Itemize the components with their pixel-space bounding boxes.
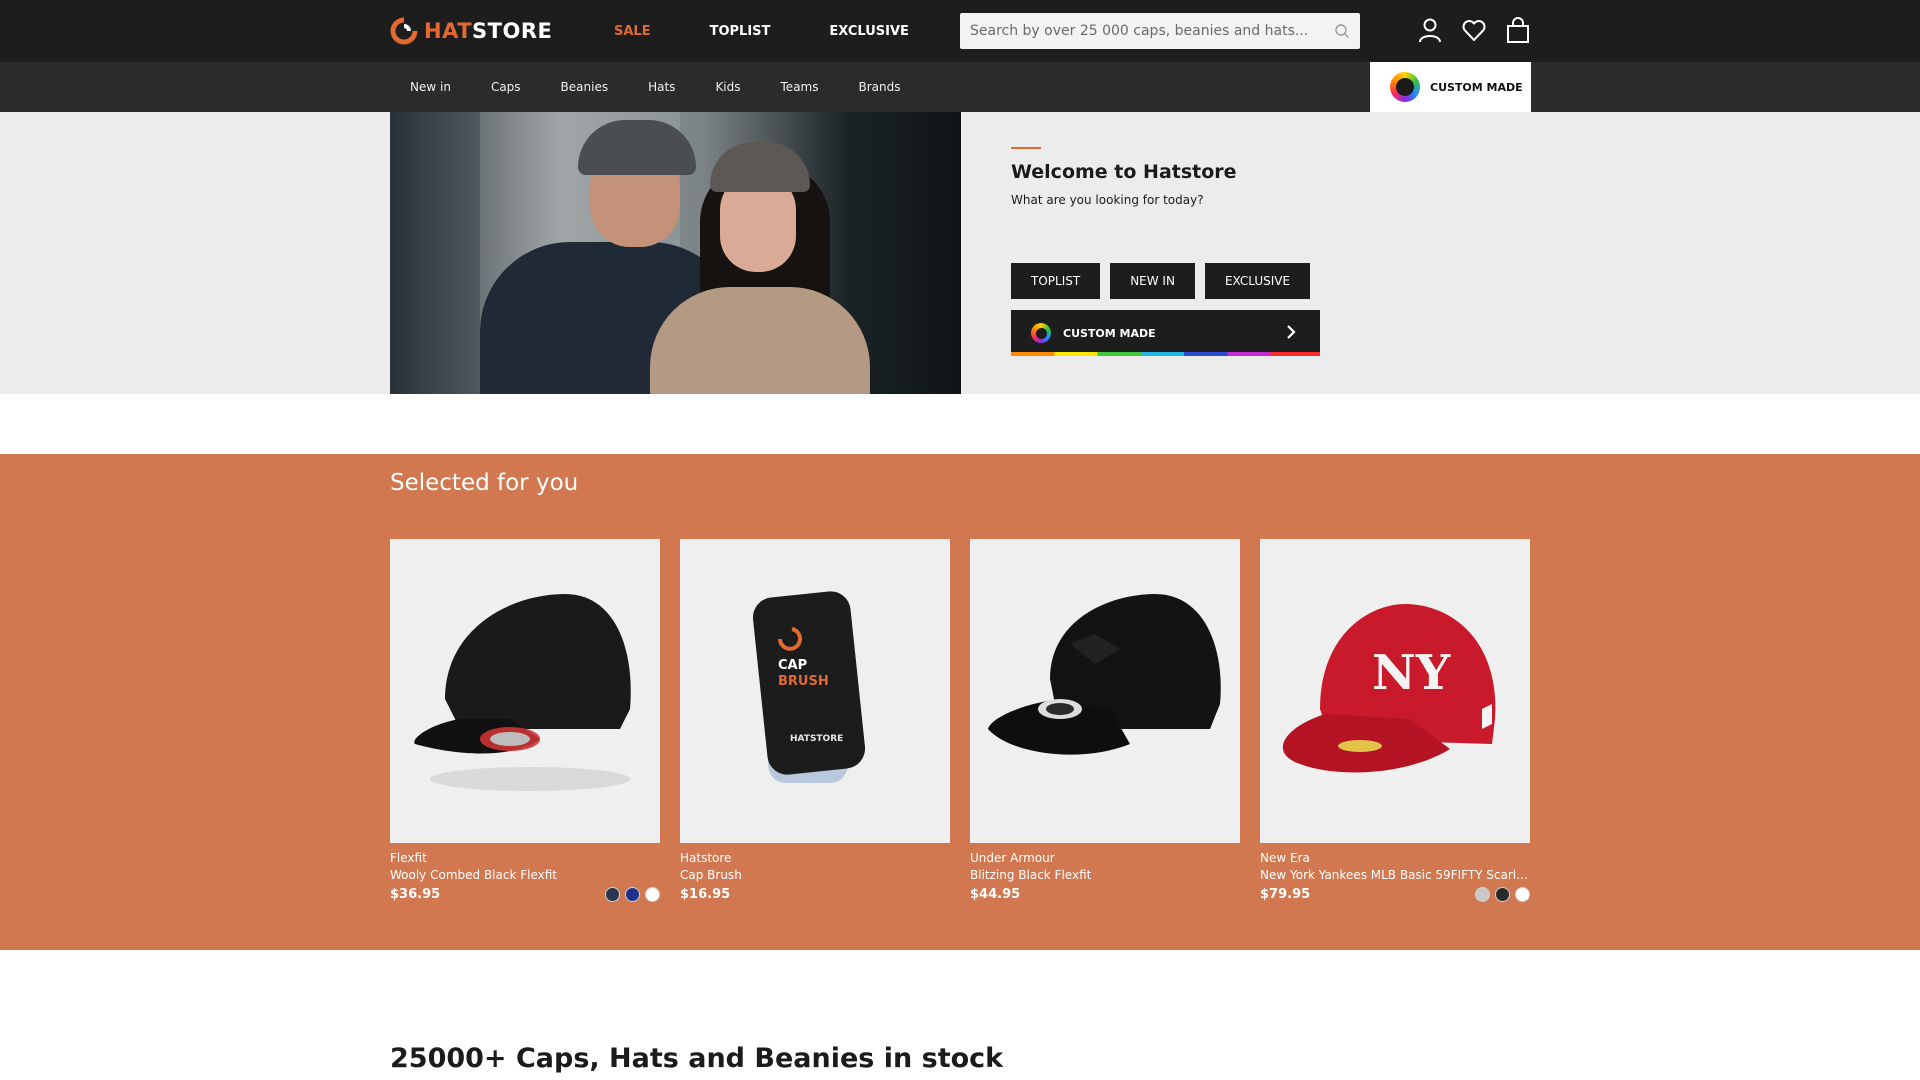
product-name[interactable]: Blitzing Black Flexfit	[970, 868, 1240, 882]
svg-text:CAP: CAP	[778, 658, 807, 673]
product-brand: Under Armour	[970, 851, 1055, 865]
swatch-navy[interactable]	[605, 887, 620, 902]
hero-person-2-cap	[710, 142, 810, 192]
nav-exclusive[interactable]: EXCLUSIVE	[829, 24, 909, 39]
swatch-blue[interactable]	[625, 887, 640, 902]
custom-made-tab-label: CUSTOM MADE	[1430, 80, 1523, 94]
rainbow-bar	[1011, 352, 1320, 356]
selected-for-you-section: Selected for you Flexfit Wooly Combed Bl…	[0, 454, 1920, 950]
product-image[interactable]	[970, 539, 1240, 843]
svg-text:BRUSH: BRUSH	[778, 674, 829, 689]
user-icons	[1417, 17, 1531, 43]
product-name[interactable]: New York Yankees MLB Basic 59FIFTY Scarl…	[1260, 868, 1530, 882]
nav-toplist[interactable]: TOPLIST	[710, 24, 771, 39]
product-footer: $44.95	[970, 887, 1240, 902]
hero-content: Welcome to Hatstore What are you looking…	[1011, 112, 1320, 394]
swatch-white[interactable]	[1515, 887, 1530, 902]
hero-subtitle: What are you looking for today?	[1011, 193, 1204, 207]
custom-made-icon	[1390, 72, 1420, 102]
nav-sale[interactable]: SALE	[614, 24, 651, 39]
new-in-button[interactable]: NEW IN	[1110, 263, 1195, 299]
product-image[interactable]	[390, 539, 660, 843]
category-bar: New in Caps Beanies Hats Kids Teams Bran…	[0, 62, 1920, 112]
chevron-right-icon	[1287, 325, 1296, 339]
color-swatches	[1475, 887, 1530, 902]
category-brands[interactable]: Brands	[858, 80, 900, 94]
accent-divider	[1011, 147, 1041, 149]
heart-icon[interactable]	[1461, 17, 1487, 43]
custom-made-icon	[1031, 323, 1051, 343]
section-title: Selected for you	[390, 470, 579, 496]
user-icon[interactable]	[1417, 17, 1443, 43]
product-footer: $36.95	[390, 887, 660, 902]
product-name[interactable]: Cap Brush	[680, 868, 950, 882]
product-card[interactable]: CAP BRUSH HATSTORE Hatstore Cap Brush $1…	[680, 539, 950, 902]
category-nav: New in Caps Beanies Hats Kids Teams Bran…	[410, 80, 940, 94]
category-kids[interactable]: Kids	[715, 80, 740, 94]
product-footer: $79.95	[1260, 887, 1530, 902]
hero-person-2-jacket	[650, 287, 870, 394]
logo-text-hat: HAT	[424, 19, 473, 43]
custom-made-tab[interactable]: CUSTOM MADE	[1370, 62, 1531, 112]
hero-title: Welcome to Hatstore	[1011, 161, 1237, 183]
product-image[interactable]: CAP BRUSH HATSTORE	[680, 539, 950, 843]
hero-buttons: TOPLIST NEW IN EXCLUSIVE	[1011, 263, 1320, 299]
main-nav: SALE TOPLIST EXCLUSIVE	[614, 24, 968, 39]
search-icon[interactable]	[1334, 23, 1350, 39]
product-name[interactable]: Wooly Combed Black Flexfit	[390, 868, 660, 882]
search-input[interactable]	[970, 23, 1334, 39]
exclusive-button[interactable]: EXCLUSIVE	[1204, 263, 1311, 299]
bag-icon[interactable]	[1505, 17, 1531, 43]
category-new-in[interactable]: New in	[410, 80, 451, 94]
cap-brush-image: CAP BRUSH HATSTORE	[752, 591, 866, 783]
product-brand: Hatstore	[680, 851, 732, 865]
product-card[interactable]: NY New Era New York Yankees MLB Basic 59…	[1260, 539, 1530, 902]
search-box	[960, 13, 1360, 49]
logo-text-store: STORE	[472, 19, 553, 43]
hatstore-logo[interactable]: HATSTORE	[390, 17, 580, 45]
top-bar: HATSTORE SALE TOPLIST EXCLUSIVE	[0, 0, 1920, 62]
product-price: $44.95	[970, 887, 1021, 902]
product-price: $16.95	[680, 887, 731, 902]
product-brand: Flexfit	[390, 851, 427, 865]
category-teams[interactable]: Teams	[781, 80, 819, 94]
swatch-white[interactable]	[645, 887, 660, 902]
product-footer: $16.95	[680, 887, 950, 902]
category-caps[interactable]: Caps	[491, 80, 521, 94]
logo-icon	[390, 17, 418, 45]
stock-section: 25000+ Caps, Hats and Beanies in stock	[0, 950, 1920, 1074]
black-flexfit-cap-image	[414, 594, 631, 791]
black-under-armour-cap-image	[988, 594, 1221, 755]
product-image[interactable]: NY	[1260, 539, 1530, 843]
swatch-grey[interactable]	[1475, 887, 1490, 902]
hero-image	[390, 112, 961, 394]
swatch-black[interactable]	[1495, 887, 1510, 902]
stock-title: 25000+ Caps, Hats and Beanies in stock	[390, 1043, 1004, 1074]
logo-text: HATSTORE	[424, 19, 552, 43]
product-list: Flexfit Wooly Combed Black Flexfit $36.9…	[390, 539, 1531, 902]
product-card[interactable]: Under Armour Blitzing Black Flexfit $44.…	[970, 539, 1240, 902]
red-yankees-cap-image: NY	[1282, 604, 1496, 773]
custom-made-button[interactable]: CUSTOM MADE	[1011, 310, 1320, 356]
product-card[interactable]: Flexfit Wooly Combed Black Flexfit $36.9…	[390, 539, 660, 902]
hero-section: Welcome to Hatstore What are you looking…	[0, 112, 1920, 394]
category-hats[interactable]: Hats	[648, 80, 675, 94]
svg-text:HATSTORE: HATSTORE	[790, 734, 843, 744]
category-beanies[interactable]: Beanies	[561, 80, 609, 94]
color-swatches	[605, 887, 660, 902]
product-price: $79.95	[1260, 887, 1311, 902]
toplist-button[interactable]: TOPLIST	[1011, 263, 1101, 299]
custom-made-button-label: CUSTOM MADE	[1063, 326, 1156, 340]
product-brand: New Era	[1260, 851, 1310, 865]
svg-text:NY: NY	[1372, 645, 1451, 701]
product-price: $36.95	[390, 887, 441, 902]
